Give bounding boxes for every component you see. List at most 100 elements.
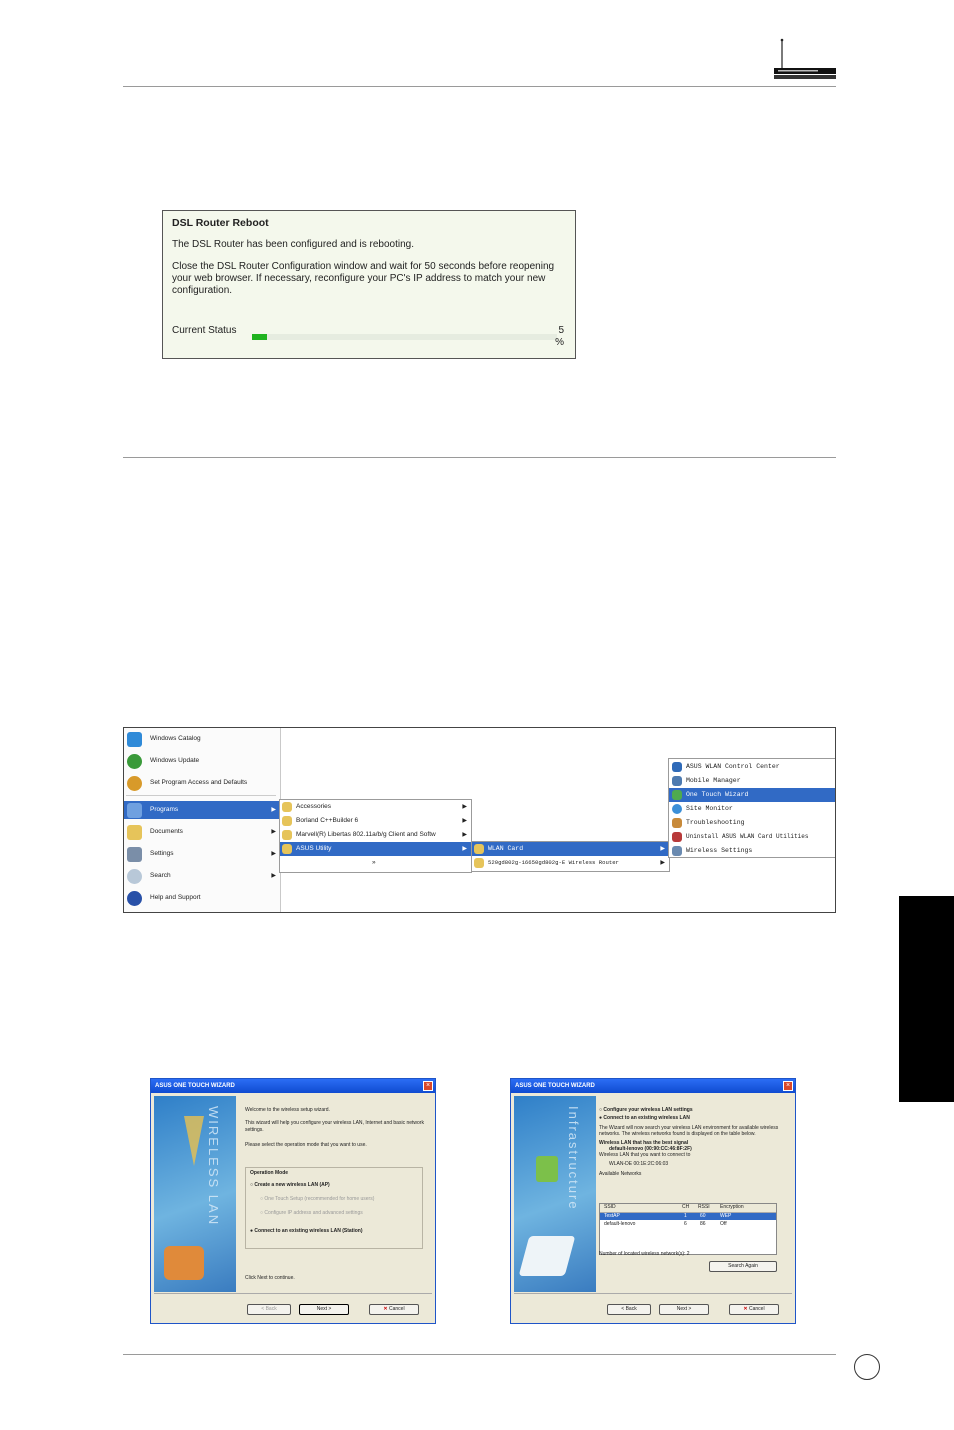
folder-icon xyxy=(282,830,292,840)
status-number: 5 xyxy=(558,325,564,336)
radio-connect-existing[interactable]: ● Connect to an existing wireless LAN xyxy=(599,1115,791,1121)
submenu-arrow-icon: ▶ xyxy=(462,832,467,838)
search-icon xyxy=(127,869,142,884)
menu-control-center[interactable]: ASUS WLAN Control Center xyxy=(669,760,835,774)
want-label: Wireless LAN that you want to connect to xyxy=(599,1152,691,1158)
table-row[interactable]: default-lenovo 6 86 Off xyxy=(600,1221,776,1228)
status-label: Current Status xyxy=(172,325,237,336)
wizard2-desc: The Wizard will now search your wireless… xyxy=(599,1125,779,1137)
start-menu-screenshot: Windows Catalog Windows Update Set Progr… xyxy=(123,727,836,913)
wizard1-p2: This wizard will help you configure your… xyxy=(245,1120,424,1133)
menu-borland[interactable]: Borland C++Builder 6 ▶ xyxy=(280,814,471,828)
menu-one-touch-wizard[interactable]: One Touch Wizard xyxy=(669,788,835,802)
section-rule xyxy=(123,457,836,458)
next-button[interactable]: Next > xyxy=(299,1304,349,1315)
menu-settings[interactable]: Settings ▶ xyxy=(124,845,280,863)
router-logo-icon xyxy=(774,38,836,79)
radio-station[interactable]: ● Connect to an existing wireless LAN (S… xyxy=(250,1228,363,1234)
back-button[interactable]: < Back xyxy=(247,1304,291,1315)
status-value: 5 % xyxy=(555,325,564,349)
wizard1-content: Welcome to the wireless setup wizard. Th… xyxy=(245,1107,425,1149)
radio-create-ap[interactable]: ○ Create a new wireless LAN (AP) xyxy=(250,1182,330,1188)
search-again-button[interactable]: Search Again xyxy=(709,1261,777,1272)
back-button[interactable]: < Back xyxy=(607,1304,651,1315)
cancel-button[interactable]: ✕ Cancel xyxy=(729,1304,779,1315)
table-row[interactable]: TestAP 1 60 WEP xyxy=(600,1213,776,1220)
footer-rule xyxy=(123,1354,836,1355)
menu-programs[interactable]: Programs ▶ xyxy=(124,801,280,819)
control-center-icon xyxy=(672,762,682,772)
menu-program-access[interactable]: Set Program Access and Defaults xyxy=(124,774,280,792)
programs-icon xyxy=(127,803,142,818)
progress-fill xyxy=(252,334,268,340)
menu-site-monitor[interactable]: Site Monitor xyxy=(669,802,835,816)
cancel-button[interactable]: ✕ Cancel xyxy=(369,1304,419,1315)
operation-mode-label: Operation Mode xyxy=(250,1170,289,1176)
wireless-settings-icon xyxy=(672,846,682,856)
site-monitor-icon xyxy=(672,804,682,814)
signal-beam-icon xyxy=(184,1116,204,1166)
menu-wireless-router[interactable]: 520gd802g-16650gd802g-E Wireless Router … xyxy=(472,856,669,870)
menu-uninstall[interactable]: Uninstall ASUS WLAN Card Utilities xyxy=(669,830,835,844)
wizard2-content: ○ Configure your wireless LAN settings ●… xyxy=(599,1107,791,1177)
asus-utility-submenu: WLAN Card ▶ 520gd802g-16650gd802g-E Wire… xyxy=(471,841,670,872)
catalog-icon xyxy=(127,732,142,747)
submenu-arrow-icon: ▶ xyxy=(271,807,276,813)
menu-mobile-manager[interactable]: Mobile Manager xyxy=(669,774,835,788)
laptop-illustration-icon xyxy=(518,1236,576,1276)
table-header: SSID CH RSSI Encryption xyxy=(600,1204,776,1213)
network-count: Number of located wireless network(s): 2 xyxy=(599,1251,690,1257)
wizard1-side-text: WIRELESS LAN xyxy=(206,1106,221,1227)
help-icon xyxy=(127,891,142,906)
submenu-arrow-icon: ▶ xyxy=(462,804,467,810)
menu-help[interactable]: Help and Support xyxy=(124,889,280,907)
wizard2-side-text: Infrastructure xyxy=(566,1106,581,1211)
reboot-line1: The DSL Router has been configured and i… xyxy=(172,239,415,250)
start-menu-left: Windows Catalog Windows Update Set Progr… xyxy=(124,728,281,912)
wizard2-side-image: Infrastructure xyxy=(514,1096,596,1292)
menu-windows-update[interactable]: Windows Update xyxy=(124,752,280,770)
menu-search[interactable]: Search ▶ xyxy=(124,867,280,885)
submenu-arrow-icon: ▶ xyxy=(462,846,467,852)
submenu-arrow-icon: ▶ xyxy=(271,829,276,835)
folder-icon xyxy=(282,802,292,812)
menu-accessories[interactable]: Accessories ▶ xyxy=(280,800,471,814)
wizard1-titlebar: ASUS ONE TOUCH WIZARD xyxy=(151,1079,435,1093)
available-networks-label: Available Networks xyxy=(599,1171,642,1177)
close-icon[interactable]: × xyxy=(423,1081,433,1091)
menu-wlan-card[interactable]: WLAN Card ▶ xyxy=(472,842,669,856)
card-illustration-icon xyxy=(536,1156,558,1182)
wizard1-p3: Please select the operation mode that yo… xyxy=(245,1142,367,1148)
close-icon[interactable]: × xyxy=(783,1081,793,1091)
menu-documents[interactable]: Documents ▶ xyxy=(124,823,280,841)
menu-asus-utility[interactable]: ASUS Utility ▶ xyxy=(280,842,471,856)
wizard2-divider xyxy=(514,1293,792,1294)
menu-windows-catalog[interactable]: Windows Catalog xyxy=(124,730,280,748)
cancel-x-icon: ✕ xyxy=(383,1306,388,1312)
next-button[interactable]: Next > xyxy=(659,1304,709,1315)
menu-more[interactable]: » xyxy=(280,856,471,870)
menu-separator xyxy=(126,795,276,796)
radio-advanced[interactable]: ○ Configure IP address and advanced sett… xyxy=(260,1210,363,1216)
menu-wireless-settings[interactable]: Wireless Settings xyxy=(669,844,835,858)
wizard1-p1: Welcome to the wireless setup wizard. xyxy=(245,1107,330,1113)
submenu-arrow-icon: ▶ xyxy=(660,860,665,866)
chapter-side-tab xyxy=(899,896,954,1102)
router-illustration-icon xyxy=(164,1246,204,1280)
programs-submenu: Accessories ▶ Borland C++Builder 6 ▶ Mar… xyxy=(279,799,472,873)
menu-troubleshooting[interactable]: Troubleshooting xyxy=(669,816,835,830)
cancel-x-icon: ✕ xyxy=(743,1306,748,1312)
dsl-router-reboot-panel: DSL Router Reboot The DSL Router has bee… xyxy=(162,210,576,359)
folder-icon xyxy=(282,816,292,826)
program-access-icon xyxy=(127,776,142,791)
submenu-arrow-icon: ▶ xyxy=(660,846,665,852)
uninstall-icon xyxy=(672,832,682,842)
update-icon xyxy=(127,754,142,769)
menu-marvell[interactable]: Marvell(R) Libertas 802.11a/b/g Client a… xyxy=(280,828,471,842)
submenu-arrow-icon: ▶ xyxy=(271,851,276,857)
documents-icon xyxy=(127,825,142,840)
radio-configure[interactable]: ○ Configure your wireless LAN settings xyxy=(599,1107,791,1113)
radio-one-touch[interactable]: ○ One Touch Setup (recommended for home … xyxy=(260,1196,374,1202)
wizard-icon xyxy=(672,790,682,800)
submenu-arrow-icon: ▶ xyxy=(271,873,276,879)
